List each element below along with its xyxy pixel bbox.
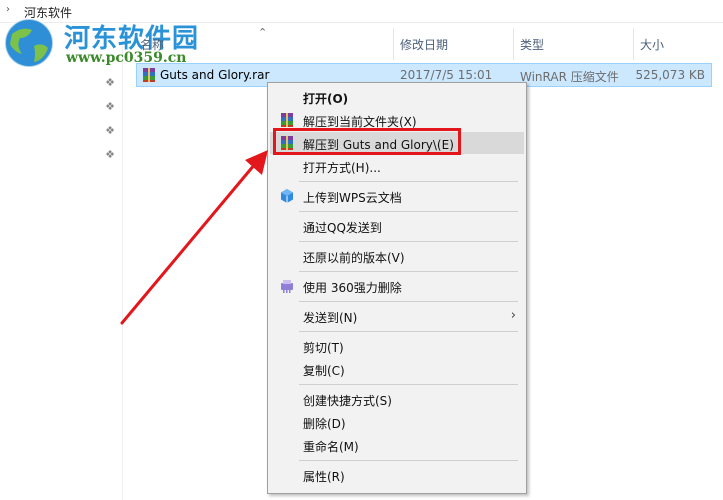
highlight-box xyxy=(273,128,461,155)
file-date: 2017/7/5 15:01 xyxy=(400,68,493,82)
file-type: WinRAR 压缩文件 xyxy=(520,70,619,84)
menu-item-open[interactable]: 打开(O) xyxy=(270,86,524,108)
menu-item-restore[interactable]: 还原以前的版本(V) xyxy=(270,245,524,267)
pin-icon[interactable]: ❖ xyxy=(104,100,116,114)
menu-separator xyxy=(299,181,518,182)
menu-item-properties[interactable]: 属性(R) xyxy=(270,464,524,486)
menu-item-label: 打开方式(H)... xyxy=(303,161,381,175)
file-size: 525,073 KB xyxy=(635,68,705,82)
winrar-icon xyxy=(281,113,293,127)
navigation-pane: ❖ ❖ ❖ ❖ xyxy=(0,22,123,500)
column-header-name-label: 名称 xyxy=(140,38,165,52)
menu-separator xyxy=(299,331,518,332)
menu-item-cut[interactable]: 剪切(T) xyxy=(270,335,524,357)
menu-item-label: 剪切(T) xyxy=(303,341,344,355)
menu-separator xyxy=(299,271,518,272)
menu-item-send-to[interactable]: 发送到(N) › xyxy=(270,305,524,327)
column-header-size-label: 大小 xyxy=(640,38,665,52)
cube-cloud-icon xyxy=(281,189,293,203)
column-header-size[interactable]: 大小 xyxy=(634,28,714,60)
menu-item-upload-wps[interactable]: 上传到WPS云文档 xyxy=(270,185,524,207)
menu-item-label: 重命名(M) xyxy=(303,440,359,454)
globe-logo-icon xyxy=(4,18,54,68)
pin-icon[interactable]: ❖ xyxy=(104,76,116,90)
menu-item-label: 发送到(N) xyxy=(303,311,358,325)
menu-separator xyxy=(299,241,518,242)
menu-item-label: 通过QQ发送到 xyxy=(303,221,382,235)
menu-separator xyxy=(299,211,518,212)
column-header-date-label: 修改日期 xyxy=(400,38,449,52)
menu-item-label: 创建快捷方式(S) xyxy=(303,394,392,408)
menu-item-label: 删除(D) xyxy=(303,417,346,431)
menu-item-open-with[interactable]: 打开方式(H)... xyxy=(270,155,524,177)
shredder-icon xyxy=(281,280,293,293)
menu-separator xyxy=(299,384,518,385)
menu-item-delete-360[interactable]: 使用 360强力删除 xyxy=(270,275,524,297)
menu-item-rename[interactable]: 重命名(M) xyxy=(270,434,524,456)
menu-item-label: 打开(O) xyxy=(303,92,349,106)
menu-item-label: 上传到WPS云文档 xyxy=(303,191,402,205)
winrar-archive-icon xyxy=(143,68,155,82)
column-header-type[interactable]: 类型 xyxy=(514,28,632,60)
menu-item-delete[interactable]: 删除(D) xyxy=(270,411,524,433)
menu-item-label: 使用 360强力删除 xyxy=(303,281,402,295)
menu-separator xyxy=(299,301,518,302)
column-header-name[interactable]: 名称 xyxy=(136,28,394,60)
file-name: Guts and Glory.rar xyxy=(160,68,270,82)
menu-item-label: 还原以前的版本(V) xyxy=(303,251,405,265)
menu-item-copy[interactable]: 复制(C) xyxy=(270,358,524,380)
menu-item-label: 属性(R) xyxy=(303,470,345,484)
pin-icon[interactable]: ❖ xyxy=(104,124,116,138)
menu-separator xyxy=(299,460,518,461)
pin-icon[interactable]: ❖ xyxy=(104,148,116,162)
column-header-date[interactable]: 修改日期 xyxy=(394,28,512,60)
menu-item-label: 复制(C) xyxy=(303,364,345,378)
chevron-right-icon: › xyxy=(510,308,516,323)
menu-item-create-shortcut[interactable]: 创建快捷方式(S) xyxy=(270,388,524,410)
menu-item-send-qq[interactable]: 通过QQ发送到 xyxy=(270,215,524,237)
column-header-type-label: 类型 xyxy=(520,38,545,52)
